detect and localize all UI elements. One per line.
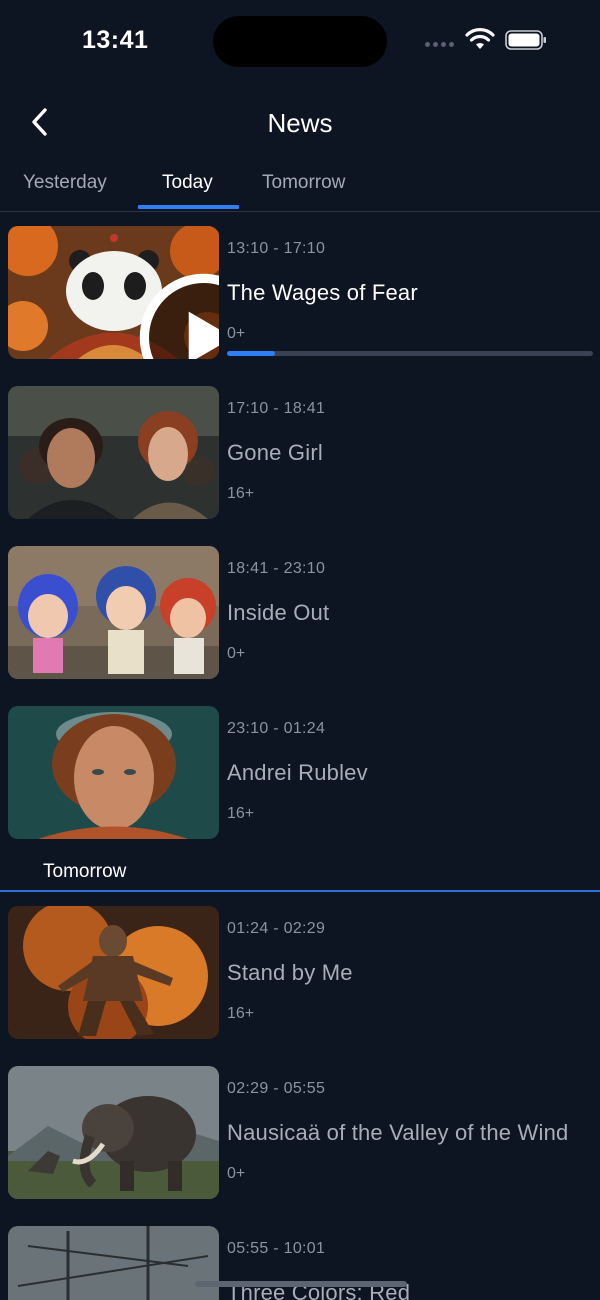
program-item[interactable]: 13:10 - 17:10 The Wages of Fear 0+ xyxy=(0,212,600,362)
home-indicator[interactable] xyxy=(195,1281,407,1287)
wifi-icon xyxy=(465,27,495,51)
program-thumbnail xyxy=(8,906,219,1039)
program-title: The Wages of Fear xyxy=(227,280,418,305)
day-tabs: Yesterday Today Tomorrow xyxy=(0,160,600,212)
ship-poster-image xyxy=(8,1226,219,1300)
program-thumbnail xyxy=(8,706,219,839)
program-time: 01:24 - 02:29 xyxy=(227,920,326,937)
age-rating: 0+ xyxy=(227,1165,246,1182)
program-progress-bar xyxy=(227,351,593,356)
nav-header: News xyxy=(0,90,600,156)
status-bar: 13:41 xyxy=(0,0,600,84)
status-time: 13:41 xyxy=(82,26,149,54)
program-item[interactable]: 18:41 - 23:10 Inside Out 0+ xyxy=(0,532,600,682)
program-thumbnail xyxy=(8,226,219,359)
program-progress-fill xyxy=(227,351,275,356)
age-rating: 16+ xyxy=(227,1005,255,1022)
battery-icon xyxy=(505,30,547,50)
age-rating: 16+ xyxy=(227,485,255,502)
portrait-poster-image xyxy=(8,706,219,839)
page-title: News xyxy=(267,108,333,138)
program-time: 05:55 - 10:01 xyxy=(227,1240,326,1257)
program-thumbnail xyxy=(8,546,219,679)
program-title: Andrei Rublev xyxy=(227,760,368,785)
dynamic-island xyxy=(213,16,387,67)
animated-kids-poster-image xyxy=(8,546,219,679)
couple-poster-image xyxy=(8,386,219,519)
program-title: Stand by Me xyxy=(227,960,353,985)
tab-tomorrow[interactable]: Tomorrow xyxy=(262,172,345,212)
program-time: 17:10 - 18:41 xyxy=(227,400,326,417)
program-thumbnail xyxy=(8,1066,219,1199)
program-title: Nausicaä of the Valley of the Wind xyxy=(227,1120,569,1145)
cellular-signal-icon xyxy=(425,40,459,48)
program-time: 02:29 - 05:55 xyxy=(227,1080,326,1097)
program-thumbnail xyxy=(8,1226,219,1300)
active-tab-indicator xyxy=(138,205,239,209)
play-icon[interactable] xyxy=(98,271,219,359)
program-time: 13:10 - 17:10 xyxy=(227,240,326,257)
program-item[interactable]: 23:10 - 01:24 Andrei Rublev 16+ xyxy=(0,692,600,842)
section-header-tomorrow: Tomorrow xyxy=(43,861,127,882)
program-title: Gone Girl xyxy=(227,440,323,465)
program-title: Inside Out xyxy=(227,600,330,625)
age-rating: 0+ xyxy=(227,645,246,662)
mammoth-poster-image xyxy=(8,1066,219,1199)
fire-figure-poster-image xyxy=(8,906,219,1039)
program-time: 23:10 - 01:24 xyxy=(227,720,326,737)
age-rating: 16+ xyxy=(227,805,255,822)
program-item[interactable]: 17:10 - 18:41 Gone Girl 16+ xyxy=(0,372,600,522)
program-item[interactable]: 02:29 - 05:55 Nausicaä of the Valley of … xyxy=(0,1052,600,1202)
tab-yesterday[interactable]: Yesterday xyxy=(23,172,107,212)
program-time: 18:41 - 23:10 xyxy=(227,560,326,577)
program-item[interactable]: 01:24 - 02:29 Stand by Me 16+ xyxy=(0,892,600,1042)
program-thumbnail xyxy=(8,386,219,519)
age-rating: 0+ xyxy=(227,325,246,342)
